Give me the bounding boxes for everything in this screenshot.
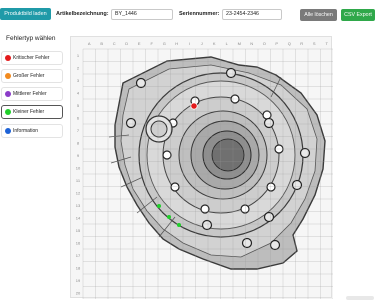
grid-column-label: M bbox=[238, 41, 241, 46]
grid-row-label: 9 bbox=[77, 153, 80, 158]
grid-column-label: J bbox=[201, 41, 203, 46]
grid-row-label: 15 bbox=[76, 228, 81, 233]
grid-row-label: 8 bbox=[77, 140, 80, 145]
grid-column-label: C bbox=[113, 41, 116, 46]
grid-row-label: 19 bbox=[76, 278, 81, 283]
grid-column-label: A bbox=[88, 41, 91, 46]
grid-column-label: D bbox=[125, 41, 128, 46]
critical-marker[interactable] bbox=[190, 102, 198, 110]
grid-row-label: 13 bbox=[76, 203, 81, 208]
grid-column-label: P bbox=[275, 41, 278, 46]
delete-all-button[interactable]: Alle löschen bbox=[300, 9, 337, 21]
article-input[interactable]: BY_1446 bbox=[111, 9, 173, 20]
grid-column-label: K bbox=[213, 41, 216, 46]
error-type-label: Information bbox=[13, 128, 39, 134]
grid-row-label: 7 bbox=[77, 128, 80, 133]
grid-column-label: S bbox=[313, 41, 316, 46]
article-label: Artikelbezeichnung: bbox=[56, 11, 109, 17]
grid-row-label: 5 bbox=[77, 103, 80, 108]
error-type-label: Mittlerer Fehler bbox=[13, 91, 47, 97]
serial-label: Seriennummer: bbox=[179, 11, 220, 17]
grid-row-label: 4 bbox=[77, 90, 80, 95]
minor-marker[interactable] bbox=[157, 204, 161, 208]
error-type-title: Fehlertyp wählen bbox=[6, 35, 56, 42]
grid-column-label: Q bbox=[288, 41, 291, 46]
grid-row-label: 2 bbox=[77, 65, 80, 70]
error-type-panel: Fehlertyp wählen Kritischer Fehler Große… bbox=[0, 30, 66, 302]
error-type-information[interactable]: Information bbox=[1, 124, 63, 138]
information-dot-icon bbox=[5, 128, 11, 134]
grid-column-label: T bbox=[326, 41, 329, 46]
grid-row-label: 11 bbox=[76, 178, 81, 183]
product-image bbox=[108, 56, 326, 270]
grid-column-label: F bbox=[151, 41, 154, 46]
grid-row-label: 10 bbox=[76, 165, 81, 170]
error-type-label: Kritischer Fehler bbox=[13, 55, 50, 61]
grid-row-label: 16 bbox=[76, 240, 81, 245]
product-image-canvas[interactable]: ABCDEFGHIJKLMNOPQRST 1234567891011121314… bbox=[71, 37, 333, 299]
error-type-medium[interactable]: Mittlerer Fehler bbox=[1, 87, 63, 101]
error-type-label: Kleiner Fehler bbox=[13, 109, 45, 115]
grid-column-label: N bbox=[250, 41, 253, 46]
minor-marker[interactable] bbox=[167, 215, 171, 219]
grid-column-label: R bbox=[300, 41, 303, 46]
error-type-minor[interactable]: Kleiner Fehler bbox=[1, 105, 63, 119]
product-image-viewer[interactable]: ABCDEFGHIJKLMNOPQRST 1 2 3 4 5 6 7 8 9 10 11 12 13 14… bbox=[70, 36, 333, 299]
error-type-label: Großer Fehler bbox=[13, 73, 45, 79]
grid-row-label: 18 bbox=[76, 265, 81, 270]
error-type-major[interactable]: Großer Fehler bbox=[1, 69, 63, 83]
grid-column-label: E bbox=[138, 41, 141, 46]
grid-column-labels: A B C D E F G H I J K L M N O P Q R S T bbox=[88, 41, 329, 46]
minor-marker[interactable] bbox=[177, 223, 181, 227]
grid-row-label: 12 bbox=[76, 190, 81, 195]
scrollbar[interactable] bbox=[346, 296, 374, 300]
toolbar: Produktbild laden Artikelbezeichnung: BY… bbox=[0, 0, 375, 30]
major-dot-icon bbox=[5, 73, 11, 79]
serial-input[interactable]: 23-2454-2346 bbox=[222, 9, 282, 20]
grid-column-label: I bbox=[189, 41, 190, 46]
grid-row-label: 17 bbox=[76, 253, 81, 258]
critical-dot-icon bbox=[5, 55, 11, 61]
grid-column-label: H bbox=[175, 41, 178, 46]
grid-column-label: L bbox=[226, 41, 229, 46]
grid-row-label: 3 bbox=[77, 78, 80, 83]
load-image-button[interactable]: Produktbild laden bbox=[0, 8, 51, 20]
minor-dot-icon bbox=[5, 109, 11, 115]
grid-row-label: 20 bbox=[76, 290, 81, 295]
grid-row-label: 14 bbox=[76, 215, 81, 220]
grid-column-label: G bbox=[163, 41, 166, 46]
error-type-critical[interactable]: Kritischer Fehler bbox=[1, 51, 63, 65]
grid-row-label: 1 bbox=[77, 53, 80, 58]
grid-column-label: B bbox=[100, 41, 103, 46]
csv-export-button[interactable]: CSV Export bbox=[341, 9, 375, 21]
grid-row-labels: 1234567891011121314151617181920 bbox=[76, 53, 81, 296]
grid-row-label: 6 bbox=[77, 115, 80, 120]
coordinate-grid bbox=[82, 48, 333, 299]
medium-dot-icon bbox=[5, 91, 11, 97]
grid-column-label: O bbox=[263, 41, 266, 46]
